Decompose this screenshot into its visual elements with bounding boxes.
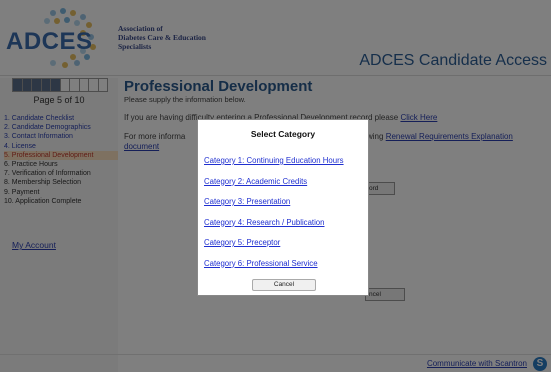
category-5-link[interactable]: Category 5: Preceptor [204,238,280,247]
category-list: Category 1: Continuing Education Hours C… [204,150,366,273]
select-category-dialog: Select Category Category 1: Continuing E… [197,119,369,296]
cancel-button[interactable]: Cancel [252,279,316,291]
category-2-link[interactable]: Category 2: Academic Credits [204,177,307,186]
category-3-link[interactable]: Category 3: Presentation [204,197,290,206]
category-4-link[interactable]: Category 4: Research / Publication [204,218,324,227]
dialog-title: Select Category [250,129,316,139]
category-6-link[interactable]: Category 6: Professional Service [204,259,318,268]
category-1-link[interactable]: Category 1: Continuing Education Hours [204,156,344,165]
